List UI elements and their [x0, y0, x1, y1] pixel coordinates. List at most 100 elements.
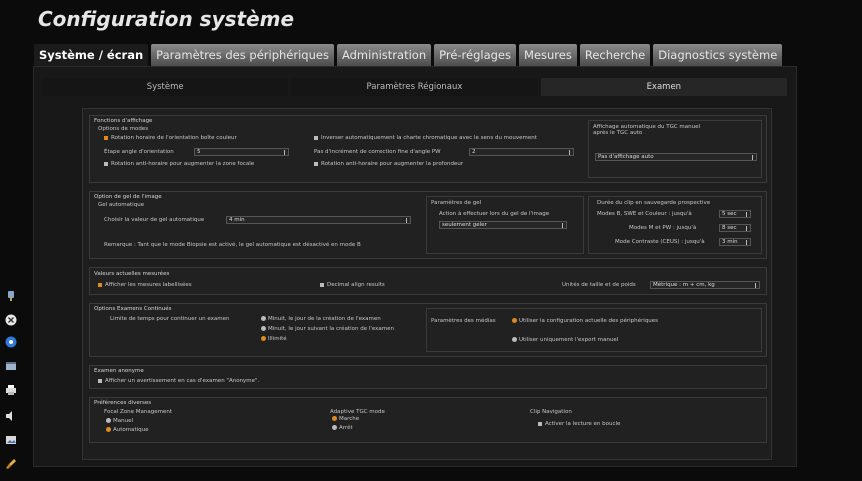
- rot-depth-checkbox[interactable]: [314, 162, 318, 166]
- rot-focal-checkbox[interactable]: [104, 162, 108, 166]
- brush-icon[interactable]: [5, 458, 17, 470]
- media-radio-1[interactable]: [512, 318, 517, 323]
- tgc-radio-on[interactable]: [332, 416, 337, 421]
- freeze-action-select[interactable]: seulement geler: [439, 221, 567, 229]
- volume-icon[interactable]: [5, 410, 17, 422]
- sub-tab-bar: Système Paramètres Régionaux Examen: [42, 78, 787, 96]
- loop-playback-label: Activer la lecture en boucle: [545, 421, 621, 427]
- clip-m-select[interactable]: 8 sec: [719, 224, 751, 232]
- biopsy-note: Remarque : Tant que le mode Biopsie est …: [104, 242, 361, 248]
- limit-option-1: Minuit, le jour de la création de l'exam…: [268, 316, 381, 322]
- media-subgroup: Paramètres des médias Utiliser la config…: [426, 308, 762, 352]
- clip-b-label: Modes B, SWE et Couleur : jusqu'à: [597, 211, 692, 217]
- exam-settings-area: Fonctions d'affichage Options de modes R…: [82, 108, 772, 460]
- focal-manual-label: Manuel: [113, 418, 133, 424]
- clip-nav-heading: Clip Navigation: [530, 409, 572, 415]
- step-angle-select[interactable]: 5: [194, 148, 289, 156]
- tab-diagnostics[interactable]: Diagnostics système: [653, 44, 783, 66]
- limit-option-2: Minuit, le jour suivant la création de l…: [268, 326, 395, 332]
- tgc-off-label: Arrêt: [339, 425, 353, 431]
- printer-icon[interactable]: [5, 384, 17, 396]
- tab-search[interactable]: Recherche: [579, 44, 651, 66]
- subtab-system[interactable]: Système: [42, 78, 289, 96]
- labelled-label: Afficher les mesures labellisées: [105, 282, 192, 288]
- anon-group: Examen anonyme Afficher un avertissement…: [89, 365, 767, 389]
- tab-peripherals[interactable]: Paramètres des périphériques: [151, 44, 334, 66]
- continued-heading: Options Examens Continués: [94, 306, 172, 312]
- measures-heading: Valeurs actuelles mesurées: [94, 271, 170, 277]
- anon-warning-label: Afficher un avertissement en cas d'exame…: [105, 378, 260, 384]
- display-heading: Fonctions d'affichage: [94, 118, 153, 124]
- limit-radio-2[interactable]: [261, 326, 266, 331]
- tgc-label-2: après le TGC auto: [593, 130, 643, 136]
- main-tab-bar: Système / écran Paramètres des périphéri…: [34, 44, 783, 66]
- modes-heading: Options de modes: [98, 126, 149, 132]
- freeze-group: Option de gel de l'image Gel automatique…: [89, 191, 767, 259]
- limit-radio-1[interactable]: [261, 316, 266, 321]
- focal-heading: Focal Zone Management: [104, 409, 172, 415]
- units-label: Unités de taille et de poids: [562, 282, 636, 288]
- focal-auto-label: Automatique: [113, 427, 149, 433]
- close-icon[interactable]: [5, 314, 17, 326]
- image-icon[interactable]: [5, 434, 17, 446]
- anon-warning-checkbox[interactable]: [98, 379, 102, 383]
- time-limit-label: Limite de temps pour continuer un examen: [110, 316, 230, 322]
- clip-c-label: Mode Contraste (CEUS) : jusqu'à: [615, 239, 705, 245]
- labelled-checkbox[interactable]: [98, 283, 102, 287]
- limit-radio-3[interactable]: [261, 336, 266, 341]
- auto-freeze-label: Choisir la valeur de gel automatique: [104, 217, 205, 223]
- freeze-action-label: Action à effectuer lors du gel de l'imag…: [439, 211, 550, 217]
- media-radio-2[interactable]: [512, 337, 517, 342]
- freeze-params-subgroup: Paramètres de gel Action à effectuer lor…: [426, 196, 584, 254]
- pw-step-select[interactable]: 2: [469, 148, 574, 156]
- invert-map-label: Inverser automatiquement la charte chrom…: [321, 135, 537, 141]
- rot-focal-label: Rotation anti-horaire pour augmenter la …: [111, 161, 255, 167]
- prefs-group: Préférences diverses Focal Zone Manageme…: [89, 397, 767, 443]
- loop-playback-checkbox[interactable]: [538, 422, 542, 426]
- freeze-heading: Option de gel de l'image: [94, 194, 162, 200]
- focal-radio-auto[interactable]: [106, 427, 111, 432]
- clip-duration-subgroup: Durée du clip en sauvegarde prospective …: [588, 196, 762, 254]
- media-option-2: Utiliser uniquement l'export manuel: [519, 337, 619, 343]
- auto-freeze-select[interactable]: 4 min: [226, 216, 411, 224]
- tab-administration[interactable]: Administration: [336, 44, 432, 66]
- clip-b-select[interactable]: 5 sec: [719, 210, 751, 218]
- invert-map-checkbox[interactable]: [314, 136, 318, 140]
- media-label: Paramètres des médias: [431, 318, 496, 324]
- page-title: Configuration système: [38, 7, 295, 31]
- prefs-heading: Préférences diverses: [94, 400, 152, 406]
- tab-measures[interactable]: Mesures: [519, 44, 577, 66]
- rot-color-label: Rotation horaire de l'orientation boîte …: [111, 135, 237, 141]
- display-group: Fonctions d'affichage Options de modes R…: [89, 115, 767, 183]
- tgc-subgroup: Affichage automatique du TGC manuel aprè…: [588, 120, 762, 178]
- clip-c-select[interactable]: 3 min: [719, 238, 751, 246]
- decimal-checkbox[interactable]: [320, 283, 324, 287]
- tgc-select[interactable]: Pas d'affichage auto: [595, 153, 757, 161]
- network-icon[interactable]: [5, 336, 17, 348]
- measures-group: Valeurs actuelles mesurées Afficher les …: [89, 267, 767, 295]
- limit-option-3: Illimité: [268, 336, 287, 342]
- pw-step-label: Pas d'incrément de correction fine d'ang…: [314, 149, 441, 155]
- decimal-label: Decimal align results: [327, 282, 385, 288]
- subtab-regional[interactable]: Paramètres Régionaux: [291, 78, 538, 96]
- step-angle-label: Étape angle d'orientation: [104, 149, 174, 155]
- rot-color-checkbox[interactable]: [104, 136, 108, 140]
- archive-icon[interactable]: [5, 360, 17, 372]
- media-option-1: Utiliser la configuration actuelle des p…: [519, 318, 659, 324]
- tgc-on-label: Marche: [339, 416, 360, 422]
- continued-group: Options Examens Continués Limite de temp…: [89, 303, 767, 357]
- clip-duration-heading: Durée du clip en sauvegarde prospective: [597, 200, 711, 206]
- tab-presets[interactable]: Pré-réglages: [434, 44, 517, 66]
- focal-radio-manual[interactable]: [106, 418, 111, 423]
- freeze-params-heading: Paramètres de gel: [431, 200, 482, 206]
- auto-freeze-heading: Gel automatique: [98, 202, 145, 208]
- probe-icon[interactable]: [5, 290, 17, 302]
- tgc-radio-off[interactable]: [332, 425, 337, 430]
- anon-heading: Examen anonyme: [94, 368, 144, 374]
- subtab-exam[interactable]: Examen: [540, 78, 787, 96]
- clip-m-label: Modes M et PW : jusqu'à: [629, 225, 697, 231]
- tgc-mode-heading: Adaptive TGC mode: [330, 409, 385, 415]
- tab-system-screen[interactable]: Système / écran: [34, 44, 149, 66]
- rot-depth-label: Rotation anti-horaire pour augmenter la …: [321, 161, 464, 167]
- units-select[interactable]: Métrique : m + cm, kg: [650, 281, 760, 289]
